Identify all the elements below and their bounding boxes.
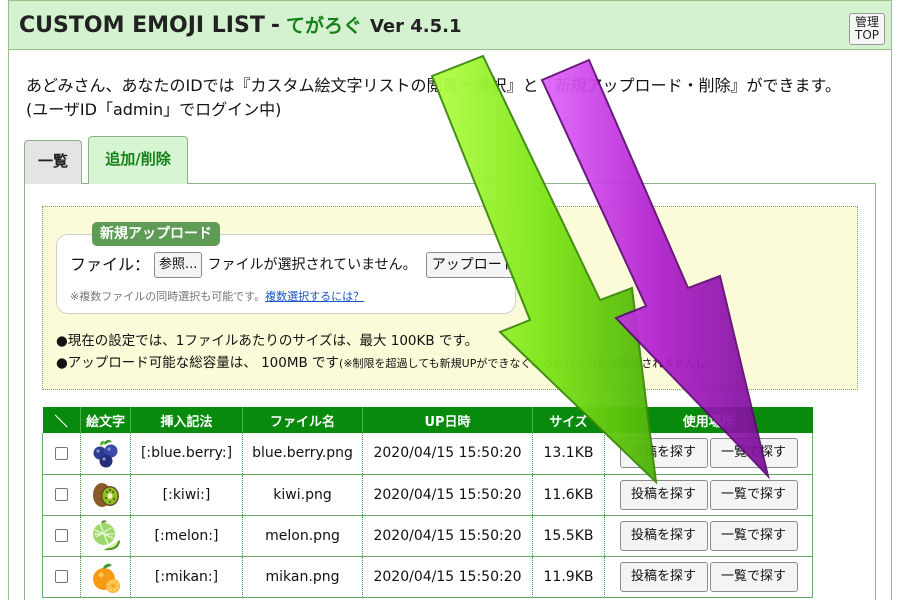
row-date: 2020/04/15 15:50:20 (362, 556, 533, 598)
find-posts-button[interactable]: 投稿を探す (619, 520, 708, 551)
capacity-small-note: (※制限を超過しても新規UPができなくなるだけで自動削除はされません) (339, 357, 701, 370)
row-size: 11.9KB (532, 556, 605, 598)
intro-login-line: (ユーザID「admin」でログイン中) (26, 100, 282, 119)
no-file-text: ファイルが選択されていません。 (207, 257, 417, 273)
header-date: UP日時 (362, 407, 533, 433)
capacity-end: 。 (700, 355, 714, 371)
row-emoji (80, 515, 131, 557)
row-date: 2020/04/15 15:50:20 (362, 433, 533, 475)
title-separator: - (270, 13, 280, 38)
find-posts-button[interactable]: 投稿を探す (619, 438, 708, 469)
row-select (42, 515, 81, 557)
browse-button[interactable]: 参照... (154, 252, 203, 278)
intro-permission-line: あどみさん、あなたのIDでは『カスタム絵文字リストの閲覧・選択』と『新規アップロ… (26, 76, 841, 95)
table-row: [:mikan:] mikan.png 2020/04/15 15:50:20 … (42, 556, 813, 598)
row-usage: 投稿を探す 一覧で探す (604, 556, 813, 598)
blueberry-icon (93, 440, 117, 468)
row-checkbox[interactable] (55, 446, 68, 460)
row-filename: melon.png (242, 515, 363, 557)
upload-button[interactable]: アップロード (425, 252, 522, 278)
row-emoji (80, 556, 131, 598)
row-checkbox[interactable] (55, 570, 68, 583)
version-label: Ver 4.5.1 (369, 16, 462, 37)
find-posts-button[interactable]: 投稿を探す (619, 561, 708, 592)
find-posts-button[interactable]: 投稿を探す (619, 479, 708, 510)
app-header: CUSTOM EMOJI LIST - てがろぐ Ver 4.5.1 管理 TOP (8, 0, 892, 50)
row-date: 2020/04/15 15:50:20 (362, 515, 533, 557)
row-filename: mikan.png (242, 556, 363, 598)
title-main: CUSTOM EMOJI LIST (19, 13, 265, 38)
header-filename: ファイル名 (242, 407, 363, 433)
intro-text: あどみさん、あなたのIDでは『カスタム絵文字リストの閲覧・選択』と『新規アップロ… (26, 74, 841, 122)
row-emoji (80, 433, 131, 475)
file-row: ファイル： 参照... ファイルが選択されていません。 アップロード (70, 252, 522, 278)
mikan-icon (92, 563, 120, 593)
tab-add-delete[interactable]: 追加/削除 (88, 136, 188, 184)
row-select (42, 433, 81, 475)
multi-select-help-link[interactable]: 複数選択するには？ (265, 290, 364, 303)
row-usage: 投稿を探す 一覧で探す (604, 474, 813, 516)
admin-top-button[interactable]: 管理 TOP (849, 13, 885, 45)
file-label: ファイル： (70, 255, 151, 274)
row-code: [:blue.berry:] (130, 433, 243, 475)
row-filename: blue.berry.png (242, 433, 363, 475)
row-code: [:kiwi:] (130, 474, 243, 516)
upload-legend: 新規アップロード (92, 222, 220, 246)
melon-icon (92, 519, 120, 550)
upload-hint: ※複数ファイルの同時選択も可能です。複数選択するには？ (70, 288, 364, 304)
header-size: サイズ (532, 407, 605, 433)
row-filename: kiwi.png (242, 474, 363, 516)
row-size: 15.5KB (532, 515, 605, 557)
tab-list[interactable]: 一覧 (24, 140, 82, 184)
header-emoji: 絵文字 (80, 407, 131, 433)
row-checkbox[interactable] (55, 488, 68, 501)
row-checkbox[interactable] (55, 529, 68, 542)
row-select (42, 474, 81, 516)
find-list-button[interactable]: 一覧で探す (709, 438, 798, 469)
row-select (42, 556, 81, 598)
row-usage: 投稿を探す 一覧で探す (604, 433, 813, 475)
table-row: [:melon:] melon.png 2020/04/15 15:50:20 … (42, 515, 813, 557)
row-date: 2020/04/15 15:50:20 (362, 474, 533, 516)
table-header-row: ＼ 絵文字 挿入記法 ファイル名 UP日時 サイズ 使用場所 (42, 407, 813, 433)
table-row: [:kiwi:] kiwi.png 2020/04/15 15:50:20 11… (42, 474, 813, 516)
title-subtitle: てがろぐ (285, 15, 362, 37)
find-list-button[interactable]: 一覧で探す (709, 520, 798, 551)
header-code: 挿入記法 (130, 407, 243, 433)
find-list-button[interactable]: 一覧で探す (709, 561, 798, 592)
find-list-button[interactable]: 一覧で探す (709, 479, 798, 510)
upload-hint-text: ※複数ファイルの同時選択も可能です。 (70, 290, 266, 303)
size-limit-note: ●現在の設定では、1ファイルあたりのサイズは、最大 100KB です。 (56, 333, 479, 349)
limit-notes: ●現在の設定では、1ファイルあたりのサイズは、最大 100KB です。 ●アップ… (56, 330, 714, 375)
admin-button-line2: TOP (854, 28, 879, 42)
table-row: [:blue.berry:] blue.berry.png 2020/04/15… (42, 433, 813, 475)
total-capacity-note: ●アップロード可能な総容量は、 100MB です(※制限を超過しても新規UPがで… (56, 352, 714, 375)
row-size: 13.1KB (532, 433, 605, 475)
row-code: [:melon:] (130, 515, 243, 557)
header-select: ＼ (42, 407, 81, 433)
row-size: 11.6KB (532, 474, 605, 516)
row-code: [:mikan:] (130, 556, 243, 598)
capacity-text: ●アップロード可能な総容量は、 100MB です (56, 355, 340, 371)
page-title: CUSTOM EMOJI LIST - てがろぐ Ver 4.5.1 (19, 11, 462, 38)
row-emoji (80, 474, 131, 516)
row-usage: 投稿を探す 一覧で探す (604, 515, 813, 557)
emoji-table: ＼ 絵文字 挿入記法 ファイル名 UP日時 サイズ 使用場所 [:blue.be… (42, 407, 813, 598)
kiwi-icon (92, 482, 119, 507)
header-usage: 使用場所 (604, 407, 813, 433)
